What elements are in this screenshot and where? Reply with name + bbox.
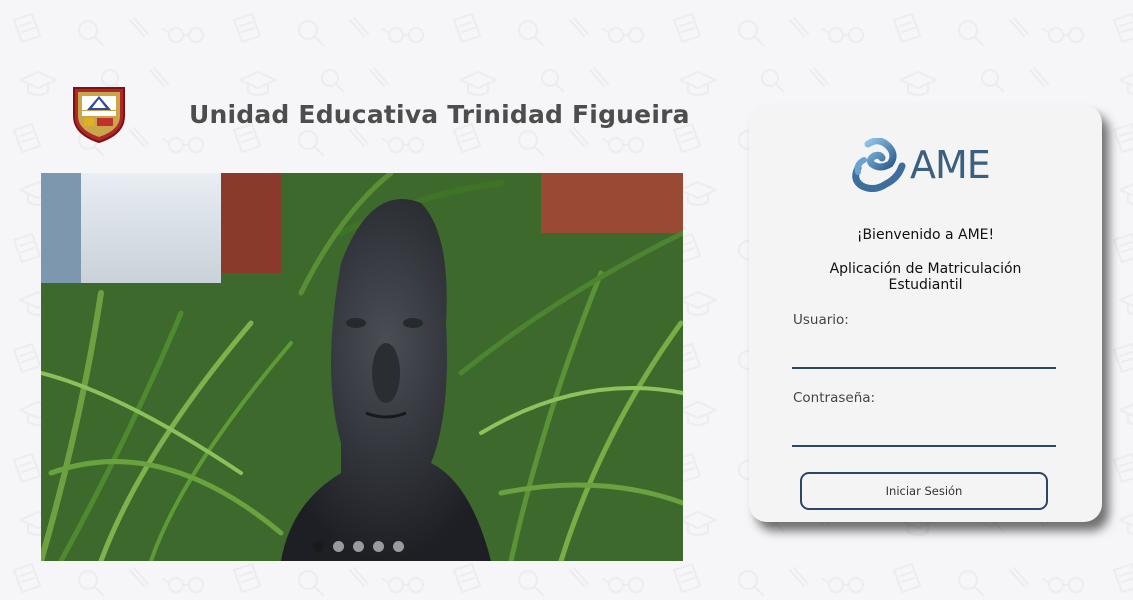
password-input[interactable] <box>792 417 1056 447</box>
carousel-dot-1[interactable] <box>313 541 324 552</box>
ame-brand-text: AME <box>910 143 991 187</box>
app-subtitle: Aplicación de Matriculación Estudiantil <box>829 261 1022 293</box>
password-label: Contraseña: <box>793 390 876 406</box>
image-carousel[interactable] <box>41 173 683 561</box>
carousel-indicators <box>313 541 404 552</box>
username-label: Usuario: <box>793 312 849 328</box>
welcome-heading: ¡Bienvenido a AME! <box>856 227 995 243</box>
ame-logo: AME <box>850 137 1000 193</box>
username-input[interactable] <box>792 339 1056 369</box>
school-crest-logo <box>73 87 125 144</box>
login-button[interactable]: Iniciar Sesión <box>800 472 1048 510</box>
ame-cloud-icon <box>852 138 906 192</box>
carousel-dot-4[interactable] <box>373 541 384 552</box>
carousel-dot-2[interactable] <box>333 541 344 552</box>
bust-statue-photo <box>41 173 683 561</box>
carousel-dot-3[interactable] <box>353 541 364 552</box>
carousel-dot-5[interactable] <box>393 541 404 552</box>
login-card: AME ¡Bienvenido a AME! Aplicación de Mat… <box>749 105 1102 522</box>
school-title: Unidad Educativa Trinidad Figueira <box>189 100 690 129</box>
